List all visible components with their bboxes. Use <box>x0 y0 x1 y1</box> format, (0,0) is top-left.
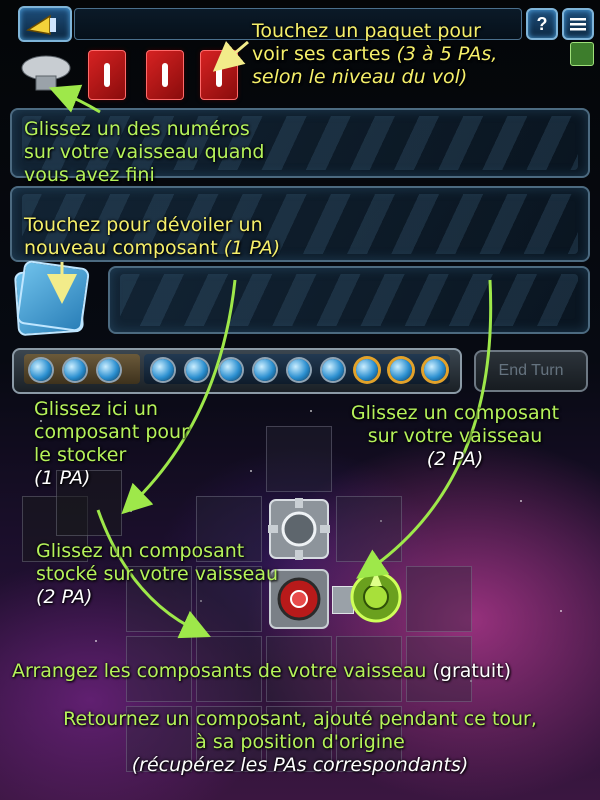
end-turn-button[interactable]: End Turn <box>474 350 588 392</box>
turn-orb <box>322 359 344 381</box>
back-button[interactable] <box>18 6 72 42</box>
ship-cell[interactable] <box>406 566 472 632</box>
ship-status-icon[interactable] <box>570 42 594 66</box>
turn-orb <box>220 359 242 381</box>
tip-drag-number: Glissez un des numéros sur votre vaissea… <box>24 118 265 186</box>
turn-orb <box>64 359 86 381</box>
card-packet-1[interactable] <box>88 50 126 100</box>
back-arrow-icon <box>25 14 56 35</box>
turn-orb <box>30 359 52 381</box>
turn-orb-highlighted <box>390 359 412 381</box>
ship-cell[interactable] <box>336 496 402 562</box>
turn-orb-highlighted <box>356 359 378 381</box>
turn-orb-highlighted <box>424 359 446 381</box>
tip-arrange-components: Arrangez les composants de votre vaissea… <box>12 660 512 682</box>
menu-button[interactable] <box>562 8 594 40</box>
turn-orb <box>288 359 310 381</box>
turn-orb <box>254 359 276 381</box>
turn-orb <box>98 359 120 381</box>
tip-store-component: Glissez ici un composant pour le stocker… <box>34 398 189 489</box>
card-packet-3[interactable] <box>200 50 238 100</box>
hamburger-menu-icon <box>570 18 586 31</box>
component-deck[interactable] <box>15 259 91 333</box>
card-packet-2[interactable] <box>146 50 184 100</box>
tip-card-packet: Touchez un paquet pour voir ses cartes (… <box>252 20 498 88</box>
tip-reveal-component: Touchez pour dévoiler un nouveau composa… <box>24 214 281 259</box>
tip-stored-component: Glissez un composant stocké sur votre va… <box>36 540 279 608</box>
turn-track <box>12 348 462 394</box>
help-button[interactable]: ? <box>526 8 558 40</box>
tip-return-component: Retournez un composant, ajouté pendant c… <box>63 708 537 776</box>
turn-orb <box>152 359 174 381</box>
component-pile-icon[interactable] <box>18 50 74 94</box>
shield-component[interactable] <box>346 566 406 628</box>
revealed-component-panel[interactable] <box>108 266 590 334</box>
help-icon: ? <box>536 13 548 34</box>
turn-orb <box>186 359 208 381</box>
tip-place-component: Glissez un composant sur votre vaisseau … <box>350 402 560 470</box>
